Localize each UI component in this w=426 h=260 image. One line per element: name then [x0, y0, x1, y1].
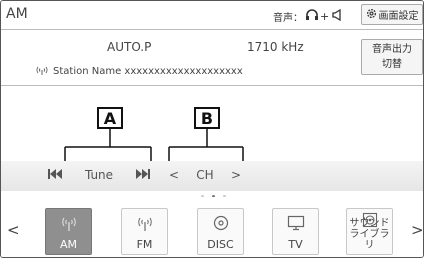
channel-control: < CH >: [161, 163, 249, 187]
source-tile-fm[interactable]: FM: [121, 208, 168, 255]
radio-antenna-icon: [46, 215, 91, 231]
tune-control: Tune: [44, 163, 154, 187]
source-scroll-right-button[interactable]: >: [411, 221, 423, 239]
source-tile-tv[interactable]: TV: [272, 208, 319, 255]
audio-screen: AM 音声： + 画面設定 AUTO.P 1710 kHz Station Na…: [0, 0, 424, 258]
source-tile-am[interactable]: AM: [45, 208, 92, 255]
channel-prev-button[interactable]: <: [169, 168, 179, 182]
tune-label: Tune: [84, 168, 114, 182]
disc-icon: [198, 215, 243, 231]
seek-forward-icon[interactable]: [135, 168, 150, 182]
source-label-sound-line2: ライブラリ: [349, 229, 390, 251]
source-tile-disc[interactable]: DISC: [197, 208, 244, 255]
radio-antenna-icon: [122, 215, 167, 231]
channel-label: CH: [196, 168, 214, 182]
seek-back-icon[interactable]: [48, 168, 62, 182]
callout-a: A: [97, 107, 123, 129]
source-label-fm: FM: [136, 238, 153, 251]
source-label-am: AM: [59, 238, 77, 251]
source-label-disc: DISC: [207, 238, 234, 251]
channel-next-button[interactable]: >: [231, 168, 241, 182]
source-scroll-left-button[interactable]: <: [7, 221, 20, 239]
tv-icon: [273, 215, 318, 231]
source-label-tv: TV: [288, 238, 303, 251]
source-tile-sound-library[interactable]: サウンド ライブラリ: [346, 208, 393, 255]
sound-library-icon: [347, 212, 392, 228]
callout-b: B: [194, 107, 220, 129]
